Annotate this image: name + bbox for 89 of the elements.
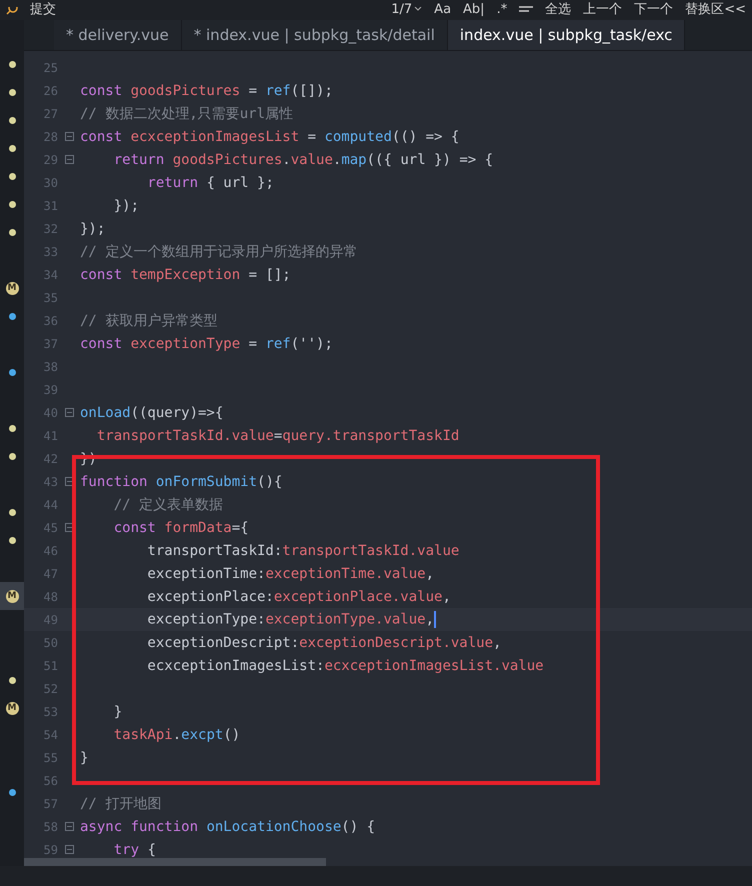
code-line: async function onLocationChoose() { <box>80 818 376 834</box>
toolbar-label[interactable]: 上一个 <box>583 2 622 18</box>
line-number: 55 <box>42 750 58 764</box>
line-number: 50 <box>42 636 58 650</box>
caret-icon[interactable] <box>414 7 422 13</box>
code-line: }); <box>112 198 140 214</box>
line-number: 58 <box>42 820 58 834</box>
fold-icon[interactable] <box>64 408 74 417</box>
line-number: 40 <box>42 406 58 420</box>
line-number: 37 <box>42 336 58 350</box>
fold-icon[interactable] <box>64 477 74 486</box>
code-line: function onFormSubmit(){ <box>80 474 282 490</box>
menu-icon[interactable] <box>519 6 534 14</box>
line-number: 39 <box>42 382 58 396</box>
toolbar-label[interactable]: 1/7 <box>391 2 412 18</box>
code-line: exceptionPlace:exceptionPlace.value, <box>146 588 451 604</box>
line-number: 32 <box>42 222 58 236</box>
line-number: 52 <box>42 682 58 696</box>
toolbar-label[interactable]: .* <box>496 2 508 18</box>
line-number: 48 <box>42 590 58 604</box>
line-number: 27 <box>42 106 58 120</box>
toolbar-label[interactable]: 替换区<< <box>685 2 746 18</box>
code-comment: // 数据二次处理,只需要url属性 <box>80 104 294 122</box>
toolbar-label[interactable]: Aa <box>434 2 452 18</box>
modified-badge: M <box>6 702 18 714</box>
code-line: const exceptionType = ref(''); <box>80 336 333 352</box>
line-number: 43 <box>42 474 58 488</box>
code-comment: // 定义一个数组用于记录用户所选择的异常 <box>80 242 358 260</box>
modified-badge: M <box>6 282 18 294</box>
code-line: } <box>112 704 122 720</box>
line-number: 33 <box>42 244 58 258</box>
fold-icon[interactable] <box>64 132 74 141</box>
line-number: 51 <box>42 658 58 672</box>
line-number: 54 <box>42 728 58 742</box>
code-line: const tempException = []; <box>80 266 291 282</box>
fold-icon[interactable] <box>64 822 74 831</box>
toolbar-label[interactable]: 下一个 <box>634 2 674 18</box>
line-number: 38 <box>42 360 58 374</box>
text-cursor <box>434 611 436 628</box>
line-number: 59 <box>42 842 58 856</box>
line-number: 45 <box>42 520 58 534</box>
line-number: 36 <box>42 314 58 328</box>
code-line: try { <box>112 842 156 858</box>
editor-tab[interactable]: * delivery.vue <box>54 20 182 50</box>
scrollbar-thumb[interactable] <box>24 858 326 866</box>
modified-badge: M <box>6 590 18 602</box>
code-comment: // 获取用户异常类型 <box>80 312 218 330</box>
code-comment: // 打开地图 <box>80 794 162 812</box>
code-line: exceptionDescript:exceptionDescript.value, <box>146 634 502 650</box>
code-line: const goodsPictures = ref([]); <box>80 82 333 98</box>
code-line: const formData={ <box>112 520 249 536</box>
fold-icon[interactable] <box>64 155 74 164</box>
line-number: 31 <box>42 198 58 212</box>
toolbar-label[interactable]: 提交 <box>30 2 56 18</box>
search-icon[interactable] <box>6 6 18 14</box>
code-line: taskApi.excpt() <box>112 726 240 742</box>
code-line: } <box>80 750 88 766</box>
line-number: 46 <box>42 544 58 558</box>
toolbar-label[interactable]: Ab| <box>463 2 485 18</box>
line-number: 57 <box>42 796 58 810</box>
line-number: 42 <box>42 452 58 466</box>
code-line: onLoad((query)=>{ <box>80 404 224 420</box>
code-line: const ecxceptionImagesList = computed(() => { <box>80 128 460 144</box>
code-line: exceptionType:exceptionType.value, <box>146 611 436 628</box>
code-line: return { url }; <box>146 174 274 190</box>
code-line: ecxceptionImagesList:ecxceptionImagesList.value <box>146 658 544 674</box>
line-number: 35 <box>42 290 58 304</box>
code-line: }); <box>80 220 106 236</box>
editor-tab[interactable]: * index.vue | subpkg_task/detail <box>182 20 448 50</box>
code-line: return goodsPictures.value.map(({ url }) => { <box>112 152 494 168</box>
line-number: 26 <box>42 84 58 98</box>
editor-tab[interactable]: index.vue | subpkg_task/exc <box>448 20 686 50</box>
line-number: 41 <box>42 428 58 442</box>
line-number: 29 <box>42 152 58 166</box>
code-comment: // 定义表单数据 <box>112 496 224 514</box>
toolbar-label[interactable]: 全选 <box>545 2 572 18</box>
line-number: 56 <box>42 774 58 788</box>
code-line: transportTaskId:transportTaskId.value <box>146 542 460 558</box>
fold-icon[interactable] <box>64 523 74 532</box>
code-line: transportTaskId.value=query.transportTaskId <box>96 428 460 444</box>
line-number: 25 <box>42 60 58 74</box>
code-line: exceptionTime:exceptionTime.value, <box>146 566 434 582</box>
line-number: 34 <box>42 268 58 282</box>
line-number: 44 <box>42 498 58 512</box>
line-number: 28 <box>42 130 58 144</box>
fold-icon[interactable] <box>64 845 74 854</box>
line-number: 30 <box>42 176 58 190</box>
line-number: 53 <box>42 704 58 718</box>
line-number: 47 <box>42 566 58 580</box>
